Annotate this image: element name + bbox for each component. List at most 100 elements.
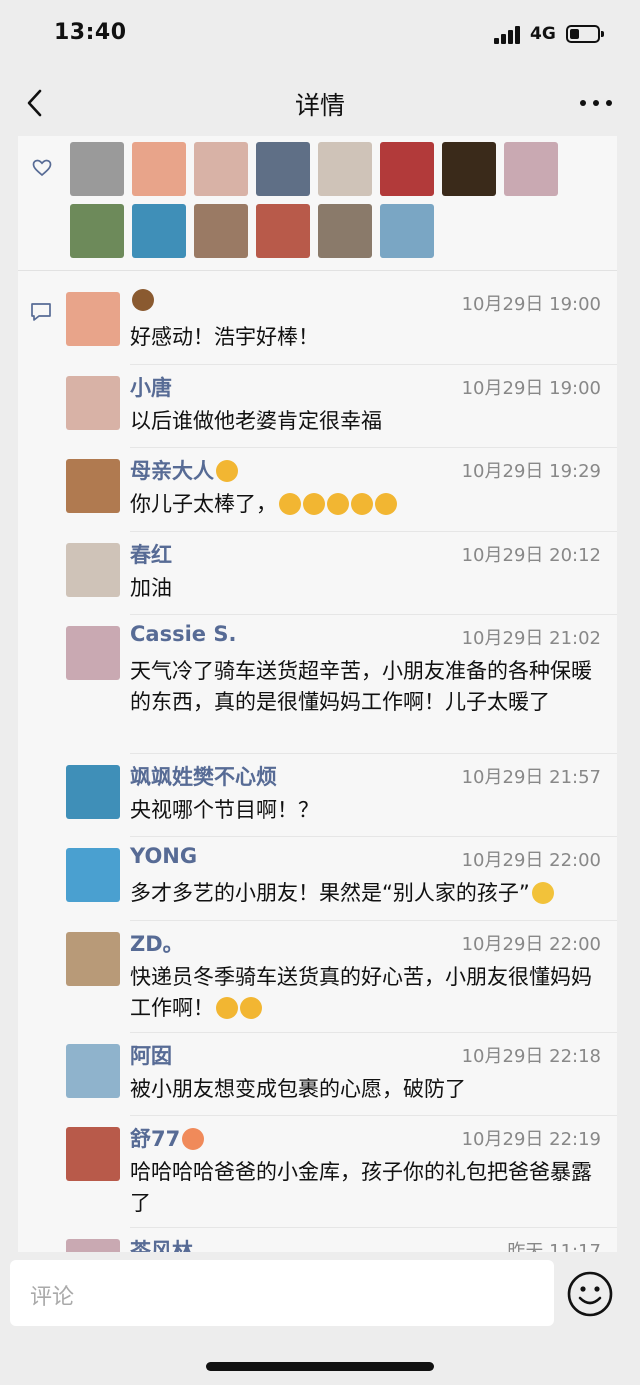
liker-avatar[interactable] [256,204,310,258]
commenter-name[interactable]: 茶风林 [130,1235,193,1253]
comment-input-bar: 评论 [0,1252,640,1385]
commenter-name-text: 阿囡 [130,1044,172,1068]
commenter-avatar[interactable] [66,848,120,902]
comment-text-content: 哈哈哈哈爸爸的小金库，孩子你的礼包把爸爸暴露了 [130,1160,592,1215]
status-time: 13:40 [54,20,127,45]
commenter-name[interactable]: 母亲大人 [130,455,238,485]
nav-bar: 详情 [0,70,640,136]
commenter-name-text: 茶风林 [130,1239,193,1253]
liker-avatar[interactable] [194,204,248,258]
comment-divider [130,1032,617,1033]
commenter-name[interactable]: 阿囡 [130,1040,172,1070]
thumbs-up-emoji [375,493,397,515]
liker-avatar[interactable] [256,142,310,196]
more-icon[interactable] [580,98,614,108]
commenter-name[interactable]: 春红 [130,539,172,569]
comment-text: 多才多艺的小朋友！果然是“别人家的孩子” [130,878,608,909]
comment-icon [30,302,52,322]
commenter-avatar[interactable] [66,1239,120,1253]
comment-divider [130,364,617,365]
commenter-avatar[interactable] [66,932,120,986]
thumbs-up-emoji [279,493,301,515]
commenter-name-text: 母亲大人 [130,459,214,483]
moment-detail-card: 10月29日 19:00 好感动！浩宇好棒！ 小唐 10月29日 19:00 以后谁做他… [18,136,617,1253]
liker-avatar[interactable] [380,142,434,196]
commenter-avatar[interactable] [66,1044,120,1098]
liker-avatar[interactable] [504,142,558,196]
commenter-avatar[interactable] [66,376,120,430]
battery-icon [566,25,604,43]
comment-divider [130,447,617,448]
emoji-icon[interactable] [566,1270,614,1318]
comment-time: 10月29日 22:00 [461,850,601,871]
commenter-name[interactable] [130,288,154,312]
comment-time: 10月29日 20:12 [461,545,601,566]
comment-divider [130,531,617,532]
thumbs-up-emoji [351,493,373,515]
comment-divider [130,1115,617,1116]
commenter-name[interactable]: 飒飒姓樊不心烦 [130,761,277,791]
commenter-avatar[interactable] [66,459,120,513]
comment-text-content: 你儿子太棒了， [130,492,277,516]
liker-avatar[interactable] [70,204,124,258]
commenter-avatar[interactable] [66,292,120,346]
comment-time: 10月29日 19:00 [461,378,601,399]
signal-icon [494,26,524,44]
liker-avatar[interactable] [318,204,372,258]
thumbs-up-emoji [327,493,349,515]
commenter-name-text: 舒77 [130,1127,181,1151]
home-indicator [206,1362,434,1371]
commenter-name[interactable]: ZD。 [130,928,184,958]
comment-time: 10月29日 21:57 [461,767,601,788]
status-bar: 13:40 4G [0,0,640,70]
commenter-avatar[interactable] [66,626,120,680]
divider [18,270,617,271]
commenter-name[interactable]: Cassie S. [130,622,236,646]
comment-divider [130,1227,617,1228]
comment-text-content: 快递员冬季骑车送货真的好心苦，小朋友很懂妈妈工作啊！ [130,965,592,1020]
liker-avatar[interactable] [442,142,496,196]
comment-time: 10月29日 22:19 [461,1129,601,1150]
commenter-avatar[interactable] [66,543,120,597]
liker-avatar[interactable] [132,204,186,258]
comment-text: 加油 [130,573,608,604]
comment-text: 哈哈哈哈爸爸的小金库，孩子你的礼包把爸爸暴露了 [130,1157,608,1219]
thumbs-up-emoji [240,997,262,1019]
comment-text: 被小朋友想变成包裹的心愿，破防了 [130,1074,608,1105]
comment-time: 10月29日 19:29 [461,461,601,482]
comment-time: 10月29日 19:00 [461,294,601,315]
commenter-name-text: 飒飒姓樊不心烦 [130,765,277,789]
liker-avatar[interactable] [318,142,372,196]
comment-divider [130,614,617,615]
commenter-name[interactable]: YONG [130,844,197,868]
666-emoji [531,882,554,904]
comment-divider [130,836,617,837]
peach-emoji [182,1128,205,1150]
commenter-name[interactable]: 小唐 [130,372,172,402]
woman-emoji [216,460,238,482]
commenter-name-text: Cassie S. [130,622,237,646]
commenter-avatar[interactable] [66,1127,120,1181]
comment-divider [130,753,617,754]
comment-divider [130,920,617,921]
comment-input[interactable]: 评论 [10,1260,554,1326]
comment-text-content: 央视哪个节目啊！？ [130,798,319,822]
comment-text-content: 好感动！浩宇好棒！ [130,325,319,349]
commenter-name-text: 春红 [130,543,172,567]
liker-avatar[interactable] [132,142,186,196]
commenter-name[interactable]: 舒77 [130,1123,205,1153]
thumbs-up-emoji [303,493,325,515]
comment-time: 10月29日 22:00 [461,934,601,955]
comment-text: 好感动！浩宇好棒！ [130,322,608,353]
comment-text: 央视哪个节目啊！？ [130,795,608,826]
comment-placeholder: 评论 [30,1285,75,1310]
comment-text: 天气冷了骑车送货超辛苦，小朋友准备的各种保暖的东西，真的是很懂妈妈工作啊！儿子太… [130,656,608,718]
commenter-avatar[interactable] [66,765,120,819]
liker-avatar[interactable] [194,142,248,196]
liker-avatar[interactable] [380,204,434,258]
comment-text: 快递员冬季骑车送货真的好心苦，小朋友很懂妈妈工作啊！ [130,962,608,1024]
comment-text-content: 加油 [130,576,172,600]
comment-time: 10月29日 21:02 [461,628,601,649]
liker-avatar[interactable] [70,142,124,196]
comment-text: 你儿子太棒了， [130,489,608,520]
